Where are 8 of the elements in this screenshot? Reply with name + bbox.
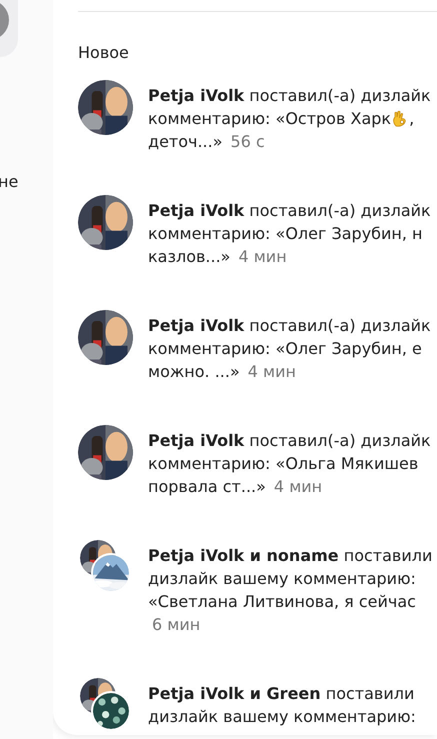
notification-text[interactable]: Petja iVolk и Green поставили дизлайк вашему комментарию:: [148, 682, 416, 728]
notification-text[interactable]: Petja iVolk поставил(-а) дизлайк комментарию: «Ольга Мякишев порвала ст...» 4 мин: [148, 429, 431, 498]
notification-text[interactable]: Petja iVolk поставил(-а) дизлайк комментарию: «Олег Зарубин, н казлов...» 4 мин: [148, 199, 431, 268]
profile-button[interactable]: [0, 0, 18, 57]
notification-text[interactable]: Petja iVolk поставил(-а) дизлайк комментарию: «Остров Харк , деточ...» 56 с: [148, 84, 431, 153]
section-title: Новое: [78, 43, 129, 62]
notification-text[interactable]: Petja iVolk и noname поставили дизлайк вашему комментарию: «Светлана Литвинова, я сейчас 6 мин: [148, 544, 432, 636]
notification-text[interactable]: Petja iVolk поставил(-а) дизлайк комментарию: «Олег Зарубин, е можно. ...» 4 мин: [148, 314, 431, 383]
